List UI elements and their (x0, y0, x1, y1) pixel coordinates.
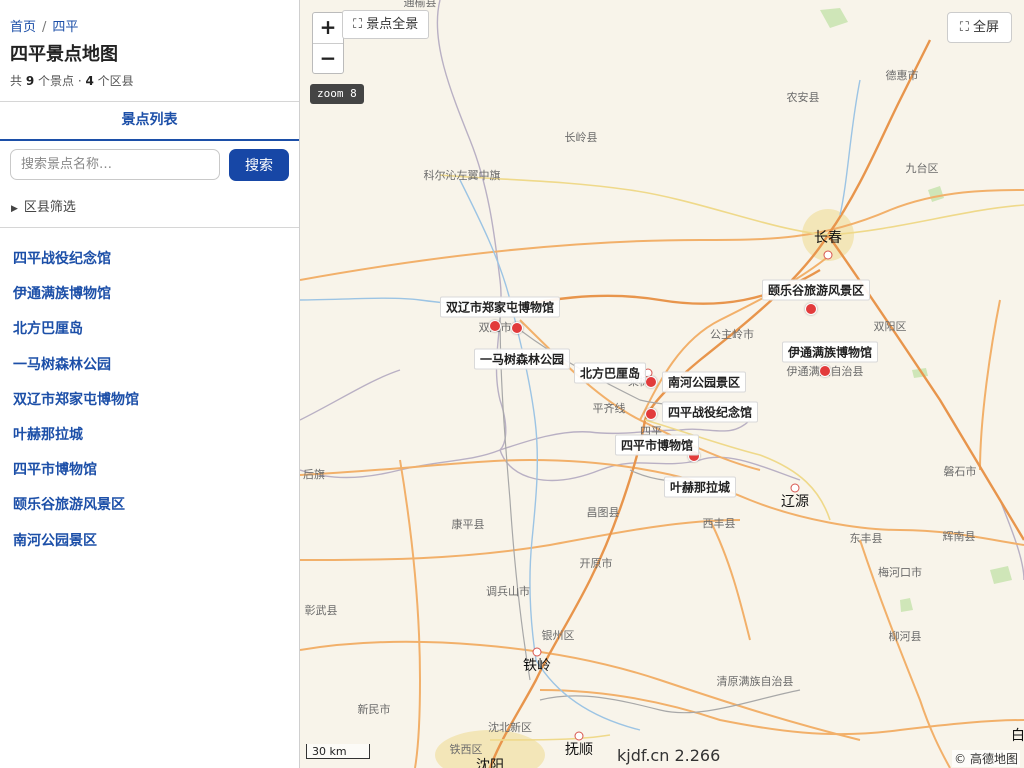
poi-list-item[interactable]: 颐乐谷旅游风景区 (13, 494, 139, 529)
breadcrumb-current-link[interactable]: 四平 (52, 20, 78, 35)
map-place-label: 西丰县 (702, 517, 736, 530)
disclosure-triangle-icon: ▶ (11, 204, 18, 214)
map-canvas[interactable]: 通榆县 农安县 德惠市 长岭县 科尔沁左翼中旗 九台区 长春 公主岭市 双阳区 … (300, 0, 1024, 768)
map-place-label: 清原满族自治县 (716, 675, 794, 688)
map-place-label: 通榆县 (403, 0, 437, 9)
poi-marker[interactable] (511, 322, 523, 334)
map-attribution[interactable]: © 高德地图 (952, 750, 1020, 767)
district-filter-toggle[interactable]: ▶ 区县筛选 (11, 196, 76, 215)
poi-tag[interactable]: 南河公园景区 (661, 371, 747, 393)
zoom-out-button[interactable]: − (313, 44, 343, 74)
poi-marker[interactable] (819, 365, 831, 377)
map-place-label: 调兵山市 (486, 585, 530, 598)
breadcrumb-separator: / (42, 20, 47, 35)
poi-marker[interactable] (489, 320, 501, 332)
map-place-label: 开原市 (579, 557, 613, 570)
map-place-label: 辉南县 (942, 530, 976, 543)
map-place-label: 公主岭市 (710, 328, 754, 341)
summary-text: 共 9 个景点 · 4 个区县 (10, 72, 134, 89)
search-button[interactable]: 搜索 (229, 149, 289, 181)
map-place-label: 铁岭 (523, 658, 551, 674)
map-place-label: 银州区 (541, 629, 575, 642)
poi-marker[interactable] (645, 408, 657, 420)
map-place-label: 彰武县 (304, 604, 338, 617)
divider (0, 227, 299, 228)
map-place-label: 梅河口市 (878, 566, 922, 579)
fullscreen-button[interactable]: ⛶ 全屏 (946, 12, 1012, 43)
district-count: 4 (85, 74, 94, 88)
poi-tag[interactable]: 四平市博物馆 (614, 434, 700, 456)
breadcrumb: 首页 / 四平 (10, 16, 78, 35)
breadcrumb-home-link[interactable]: 首页 (10, 20, 36, 35)
map-place-label: 沈北新区 (488, 721, 532, 734)
scale-bar: 30 km (306, 744, 370, 759)
map-place-label: 抚顺 (565, 742, 593, 758)
city-dot (823, 250, 833, 260)
poi-tag[interactable]: 颐乐谷旅游风景区 (761, 279, 871, 301)
poi-list-item[interactable]: 双辽市郑家屯博物馆 (13, 389, 139, 424)
poi-list-item[interactable]: 南河公园景区 (13, 530, 139, 565)
poi-list-item[interactable]: 叶赫那拉城 (13, 424, 139, 459)
search-input[interactable] (10, 149, 220, 180)
summary-suffix: 个区县 (93, 74, 134, 88)
page-title: 四平景点地图 (10, 44, 118, 65)
summary-mid: 个景点 · (34, 74, 86, 88)
poi-tag[interactable]: 双辽市郑家屯博物馆 (439, 296, 561, 318)
map-place-label: 沈阳 (476, 758, 504, 768)
poi-tag[interactable]: 伊通满族博物馆 (781, 341, 879, 363)
poi-tag[interactable]: 一马树森林公园 (473, 348, 571, 370)
map-place-label: 昌图县 (586, 506, 620, 519)
poi-tag[interactable]: 叶赫那拉城 (663, 476, 737, 498)
map-place-label: 科尔沁左翼中旗 (423, 169, 501, 182)
map-place-label: 磐石市 (943, 465, 977, 478)
city-dot (790, 483, 800, 493)
map-place-label: 辽源 (781, 494, 809, 510)
map-place-label: 东丰县 (849, 532, 883, 545)
poi-list-item[interactable]: 四平战役纪念馆 (13, 248, 139, 283)
sidebar: 首页 / 四平 四平景点地图 共 9 个景点 · 4 个区县 景点列表 搜索 ▶ 区县… (0, 0, 300, 768)
poi-list-item[interactable]: 一马树森林公园 (13, 354, 139, 389)
poi-list-item[interactable]: 北方巴厘岛 (13, 318, 139, 353)
district-filter-label: 区县筛选 (23, 200, 76, 215)
map-place-label: 德惠市 (885, 69, 919, 82)
watermark-text: kjdf.cn 2.266 (617, 746, 721, 765)
city-dot (574, 731, 584, 741)
map-place-label: 农安县 (786, 91, 820, 104)
map-place-label: 新民市 (357, 703, 391, 716)
map-place-label: 九台区 (905, 162, 939, 175)
zoom-in-button[interactable]: + (313, 13, 343, 44)
fit-all-spots-button[interactable]: ⛶ 景点全景 (342, 10, 430, 39)
map-place-label: 后旗 (303, 468, 325, 481)
poi-list-item[interactable]: 伊通满族博物馆 (13, 283, 139, 318)
zoom-level-badge: zoom 8 (310, 84, 364, 104)
spot-count: 9 (25, 74, 35, 88)
tab-spot-list[interactable]: 景点列表 (0, 102, 299, 141)
map-place-label: 长春 (814, 230, 842, 246)
poi-marker[interactable] (805, 303, 817, 315)
poi-list-item[interactable]: 四平市博物馆 (13, 459, 139, 494)
poi-list: 四平战役纪念馆 伊通满族博物馆 北方巴厘岛 一马树森林公园 双辽市郑家屯博物馆 … (13, 248, 139, 565)
map-place-label: 双阳区 (873, 320, 907, 333)
map-place-label: 长岭县 (564, 131, 598, 144)
map-place-label: 白 (1011, 728, 1024, 744)
summary-prefix: 共 (10, 74, 26, 88)
zoom-control: + − (312, 12, 344, 74)
poi-marker[interactable] (645, 376, 657, 388)
map-place-label: 康平县 (451, 518, 485, 531)
city-dot (532, 647, 542, 657)
map-place-label: 柳河县 (888, 630, 922, 643)
poi-tag[interactable]: 北方巴厘岛 (573, 362, 647, 384)
poi-tag[interactable]: 四平战役纪念馆 (661, 401, 759, 423)
map-place-label: 平齐线 (592, 402, 626, 415)
